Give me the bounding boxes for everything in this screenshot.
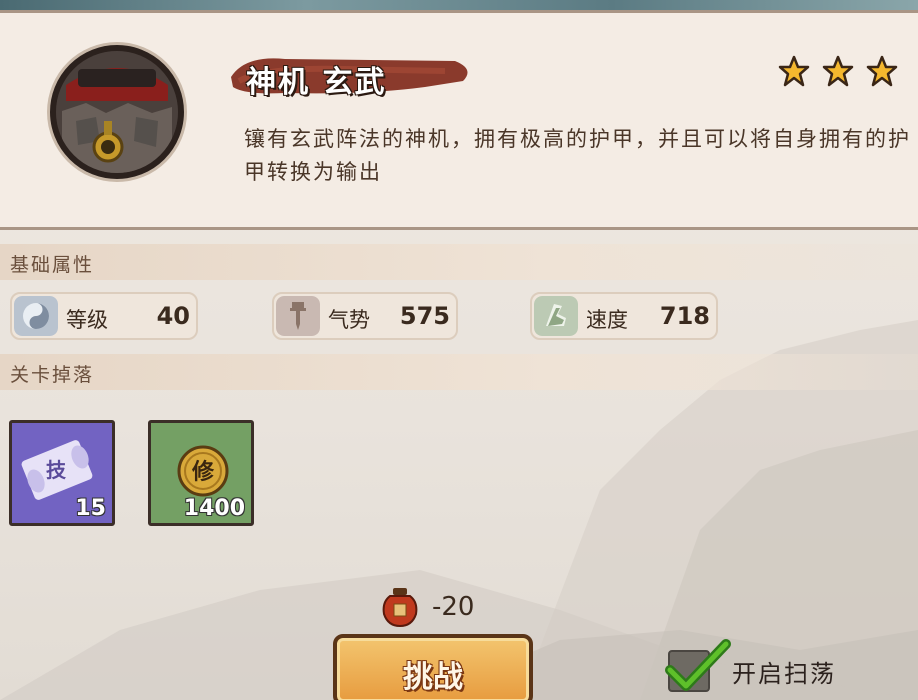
momentum-icon <box>276 296 320 336</box>
hero-description: 镶有玄武阵法的神机，拥有极高的护甲，并且可以将自身拥有的护甲转换为输出 <box>244 127 911 184</box>
section-title: 基础属性 <box>10 254 95 276</box>
armored-beast-icon <box>56 51 178 173</box>
section-stage-drops: 关卡掉落 <box>0 354 918 390</box>
stat-label: 速度 <box>586 308 628 332</box>
checkmark-icon <box>665 639 731 691</box>
section-basic-attributes: 基础属性 <box>0 244 918 280</box>
star-rating <box>778 55 906 91</box>
auto-sweep-toggle[interactable]: 开启扫荡 <box>665 636 848 696</box>
drop-item-scroll[interactable]: 技 15 <box>9 420 115 526</box>
star-icon <box>778 55 810 87</box>
cost-value: -20 <box>432 592 475 622</box>
hero-avatar[interactable] <box>50 45 184 179</box>
stat-value: 40 <box>156 302 190 330</box>
level-icon <box>14 296 58 336</box>
svg-text:修: 修 <box>191 459 215 485</box>
drop-count: 1400 <box>183 496 245 521</box>
stat-value: 575 <box>399 302 450 330</box>
stat-level: 等级 40 <box>10 292 198 340</box>
drop-count: 15 <box>75 496 106 521</box>
speed-icon <box>534 296 578 336</box>
challenge-button[interactable]: 挑战 <box>333 634 533 700</box>
stat-label: 气势 <box>328 308 370 332</box>
star-icon <box>866 55 898 87</box>
sweep-label: 开启扫荡 <box>732 660 836 688</box>
wine-jar-icon <box>382 588 418 628</box>
stamina-cost: -20 <box>380 586 510 630</box>
stat-value: 718 <box>659 302 710 330</box>
stat-momentum: 气势 575 <box>272 292 458 340</box>
drop-item-coin[interactable]: 修 1400 <box>148 420 254 526</box>
hero-name: 神机 玄武 <box>246 65 387 100</box>
svg-text:技: 技 <box>46 458 67 482</box>
challenge-button-label: 挑战 <box>403 660 463 695</box>
star-icon <box>822 55 854 87</box>
hero-card: 神机 玄武 镶有玄武阵法的神机，拥有极高的护甲，并且可以将自身拥有的护甲转换为输… <box>0 10 918 230</box>
section-title: 关卡掉落 <box>10 364 95 386</box>
stat-speed: 速度 718 <box>530 292 718 340</box>
stat-label: 等级 <box>66 308 108 332</box>
